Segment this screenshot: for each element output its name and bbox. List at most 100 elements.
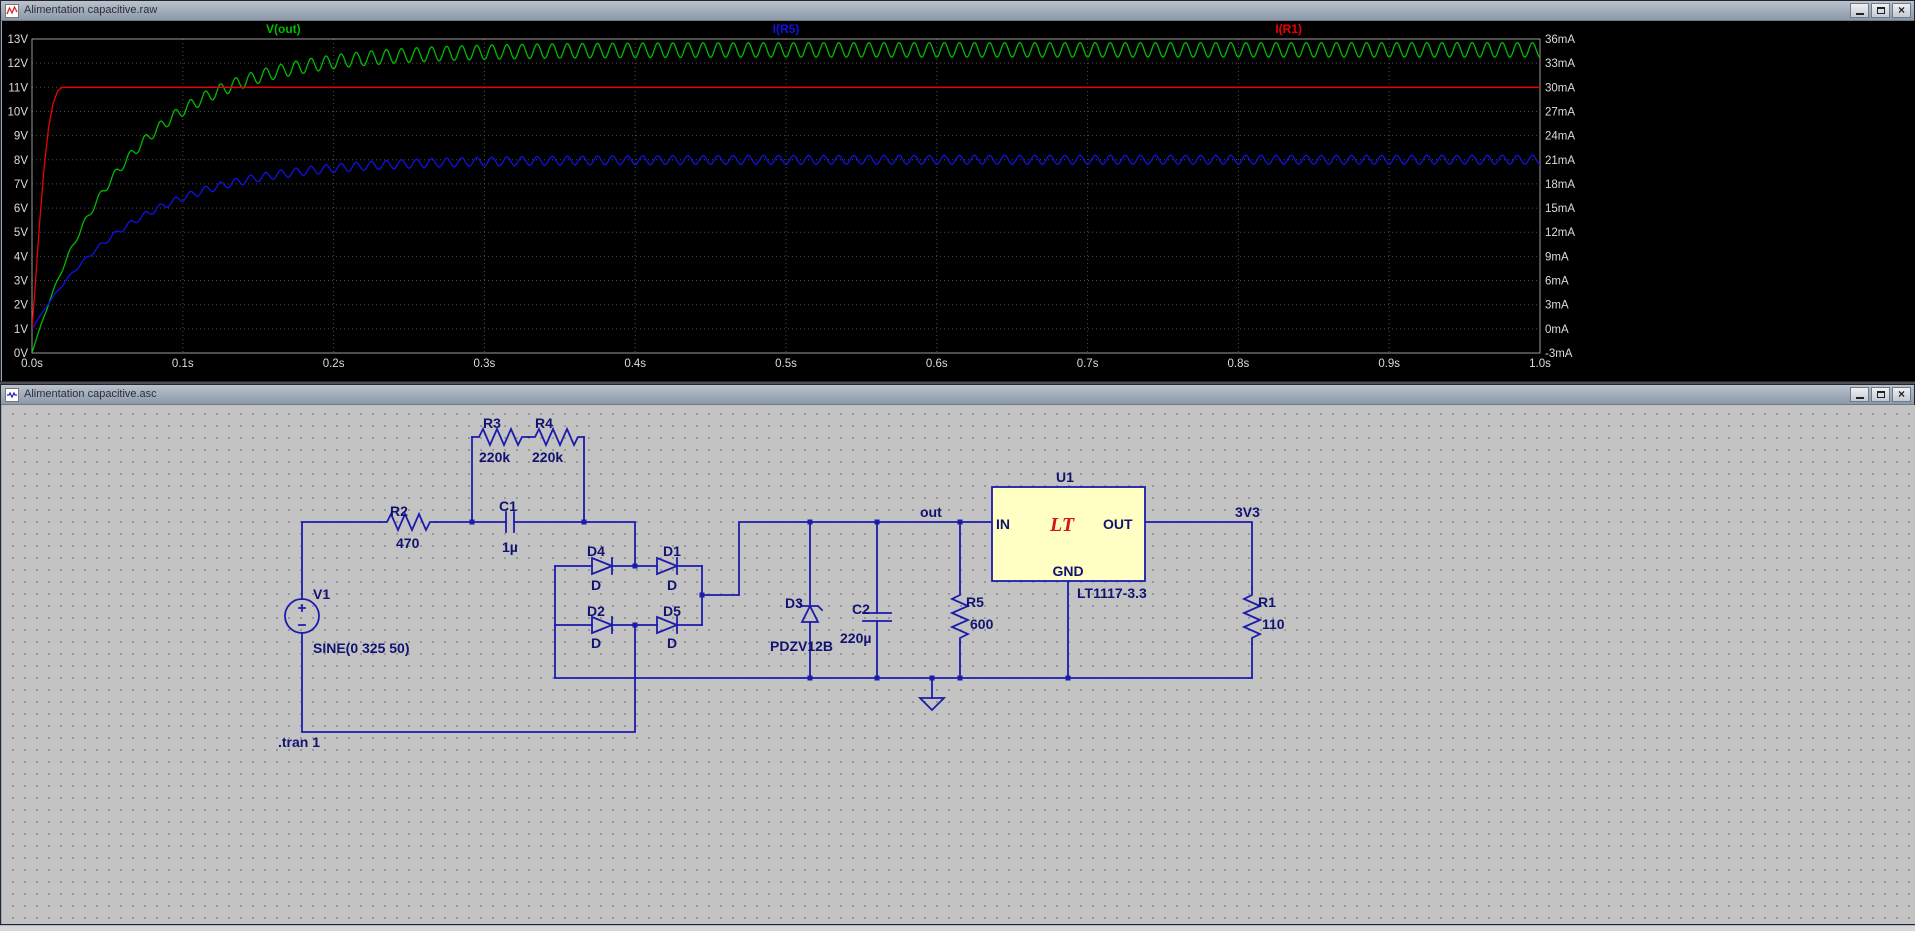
y-right-tick-label: 0mA xyxy=(1545,324,1569,336)
label-c1-name[interactable]: C1 xyxy=(499,498,517,514)
y-right-tick-label: 12mA xyxy=(1545,227,1575,239)
y-left-tick-label: 12V xyxy=(8,58,29,70)
y-left-tick-label: 8V xyxy=(14,155,28,167)
label-c2-value[interactable]: 220µ xyxy=(840,630,871,646)
trace-label-V(out)[interactable]: V(out) xyxy=(266,22,301,36)
schematic-window-title: Alimentation capacitive.asc xyxy=(24,388,157,400)
trace-label-I(R1)[interactable]: I(R1) xyxy=(1275,22,1302,36)
component-d2-diode[interactable] xyxy=(591,615,615,635)
y-right-tick-label: 3mA xyxy=(1545,300,1569,312)
label-d2-name[interactable]: D2 xyxy=(587,603,605,619)
component-d4-diode[interactable] xyxy=(591,556,615,576)
label-d3-value[interactable]: PDZV12B xyxy=(770,638,833,654)
x-tick-label: 0.2s xyxy=(323,358,345,370)
schematic-titlebar[interactable]: Alimentation capacitive.asc × xyxy=(1,385,1914,405)
waveform-window-icon xyxy=(5,3,19,18)
schematic-area[interactable]: IN OUT GND LT V1 SINE(0 325 50) R2 470 R… xyxy=(2,405,1915,924)
minimize-button[interactable] xyxy=(1850,3,1869,18)
x-tick-label: 0.7s xyxy=(1077,358,1099,370)
label-d5-value[interactable]: D xyxy=(667,635,677,651)
minimize-icon xyxy=(1855,390,1864,399)
bottom-strip xyxy=(0,925,1915,931)
y-right-tick-label: 27mA xyxy=(1545,106,1575,118)
x-tick-label: 0.8s xyxy=(1228,358,1250,370)
u1-pin-in-label: IN xyxy=(996,516,1010,532)
component-v1-voltage-source[interactable] xyxy=(284,598,320,634)
component-d1-diode[interactable] xyxy=(656,556,680,576)
y-left-tick-label: 13V xyxy=(8,34,29,46)
restore-button[interactable] xyxy=(1871,3,1890,18)
minimize-icon xyxy=(1855,6,1864,15)
y-right-tick-label: 21mA xyxy=(1545,155,1575,167)
component-c1-capacitor[interactable] xyxy=(505,511,515,533)
ground-symbol[interactable] xyxy=(917,697,947,712)
component-r3-resistor[interactable] xyxy=(471,426,529,448)
y-right-tick-label: 24mA xyxy=(1545,131,1575,143)
x-tick-label: 0.5s xyxy=(775,358,797,370)
y-right-tick-label: 15mA xyxy=(1545,203,1575,215)
restore-button[interactable] xyxy=(1871,387,1890,402)
label-v1-name[interactable]: V1 xyxy=(313,586,330,602)
close-button[interactable]: × xyxy=(1892,387,1911,402)
x-tick-label: 0.9s xyxy=(1378,358,1400,370)
y-left-tick-label: 1V xyxy=(14,324,28,336)
label-r4-name[interactable]: R4 xyxy=(535,415,553,431)
label-tran-directive[interactable]: .tran 1 xyxy=(278,734,320,750)
y-left-tick-label: 6V xyxy=(14,203,28,215)
component-d5-diode[interactable] xyxy=(656,615,680,635)
y-right-tick-label: 33mA xyxy=(1545,58,1575,70)
label-r5-value[interactable]: 600 xyxy=(970,616,994,632)
label-u1-value[interactable]: LT1117-3.3 xyxy=(1077,585,1147,601)
trace-I(R5) xyxy=(32,154,1540,330)
component-r2-resistor[interactable] xyxy=(379,511,437,533)
label-d1-name[interactable]: D1 xyxy=(663,543,681,559)
y-left-tick-label: 10V xyxy=(8,106,29,118)
y-left-tick-label: 3V xyxy=(14,276,28,288)
plot-area[interactable]: 0.0s 0.1s 0.2s 0.3s 0.4s 0.5s 0.6s 0.7s 0.8s 0.9s… xyxy=(2,21,1915,381)
label-d1-value[interactable]: D xyxy=(667,577,677,593)
schematic-window: Alimentation capacitive.asc × IN OUT GND… xyxy=(0,384,1915,925)
label-d2-value[interactable]: D xyxy=(591,635,601,651)
label-r5-name[interactable]: R5 xyxy=(966,594,984,610)
label-r3-value[interactable]: 220k xyxy=(479,449,510,465)
minimize-button[interactable] xyxy=(1850,387,1869,402)
y-left-tick-label: 9V xyxy=(14,131,28,143)
waveform-window: Alimentation capacitive.raw × 0.0s 0.1s 0.… xyxy=(0,0,1915,382)
label-c2-name[interactable]: C2 xyxy=(852,601,870,617)
y-right-tick-label: -3mA xyxy=(1545,348,1573,360)
close-icon: × xyxy=(1897,387,1905,401)
y-right-tick-label: 36mA xyxy=(1545,34,1575,46)
plot-canvas[interactable]: 0.0s 0.1s 0.2s 0.3s 0.4s 0.5s 0.6s 0.7s 0.8s 0.9s… xyxy=(2,21,1915,381)
label-r1-name[interactable]: R1 xyxy=(1258,594,1276,610)
label-r2-value[interactable]: 470 xyxy=(396,535,420,551)
label-d5-name[interactable]: D5 xyxy=(663,603,681,619)
restore-icon xyxy=(1876,7,1885,14)
component-u1-regulator[interactable]: IN OUT GND LT xyxy=(991,486,1146,582)
x-tick-label: 0.3s xyxy=(474,358,496,370)
y-right-tick-label: 30mA xyxy=(1545,82,1575,94)
label-r1-value[interactable]: 110 xyxy=(1262,616,1285,632)
label-d3-name[interactable]: D3 xyxy=(785,595,803,611)
trace-label-I(R5)[interactable]: I(R5) xyxy=(773,22,800,36)
y-left-tick-label: 2V xyxy=(14,300,28,312)
label-net-out[interactable]: out xyxy=(920,504,942,520)
schematic-canvas[interactable]: IN OUT GND LT V1 SINE(0 325 50) R2 470 R… xyxy=(2,405,1915,924)
label-u1-name[interactable]: U1 xyxy=(1056,469,1074,485)
label-r4-value[interactable]: 220k xyxy=(532,449,563,465)
waveform-window-title: Alimentation capacitive.raw xyxy=(24,4,158,16)
label-net-3v3[interactable]: 3V3 xyxy=(1235,504,1260,520)
y-left-tick-label: 7V xyxy=(14,179,28,191)
waveform-titlebar[interactable]: Alimentation capacitive.raw × xyxy=(1,1,1914,21)
y-right-tick-label: 6mA xyxy=(1545,276,1569,288)
label-r2-name[interactable]: R2 xyxy=(390,503,408,519)
label-d4-name[interactable]: D4 xyxy=(587,543,605,559)
lt-logo: LT xyxy=(1049,514,1075,536)
label-c1-value[interactable]: 1µ xyxy=(502,539,518,555)
label-v1-value[interactable]: SINE(0 325 50) xyxy=(313,640,410,656)
trace-V(out) xyxy=(32,41,1540,353)
label-d4-value[interactable]: D xyxy=(591,577,601,593)
y-right-tick-label: 9mA xyxy=(1545,251,1569,263)
label-r3-name[interactable]: R3 xyxy=(483,415,501,431)
close-button[interactable]: × xyxy=(1892,3,1911,18)
component-r4-resistor[interactable] xyxy=(527,426,585,448)
